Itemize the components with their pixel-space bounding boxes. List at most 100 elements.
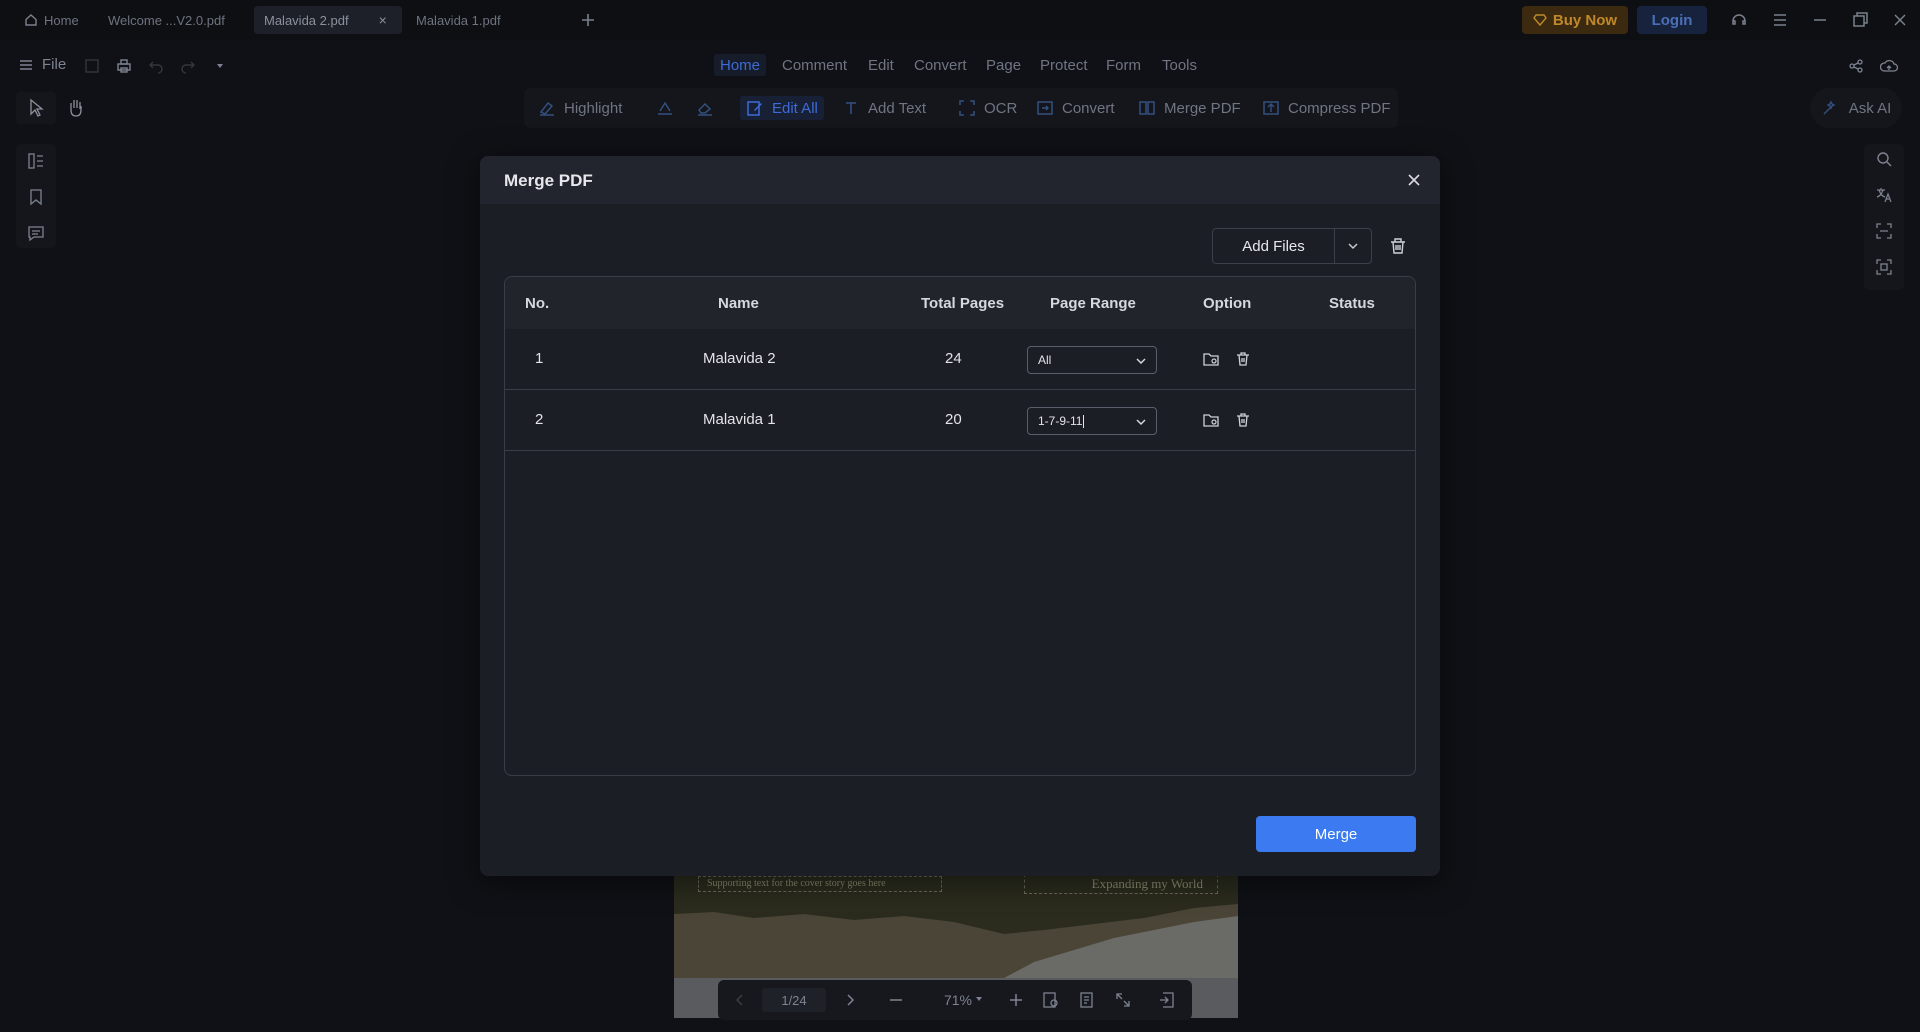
convert-tool[interactable]: Convert (1036, 96, 1115, 120)
save-icon[interactable] (84, 58, 100, 74)
edit-all-label: Edit All (772, 99, 818, 117)
page-range-select[interactable]: 1-7-9-11 (1027, 407, 1157, 435)
highlight-tool[interactable]: Highlight (538, 96, 622, 120)
translate-icon[interactable] (1875, 186, 1893, 204)
close-window-icon[interactable] (1890, 10, 1910, 30)
ask-ai-button[interactable]: Ask AI (1810, 88, 1902, 128)
add-files-button[interactable]: Add Files (1213, 229, 1335, 263)
zoom-in-icon[interactable] (1008, 992, 1024, 1008)
select-tool-button[interactable] (16, 92, 56, 124)
fullscreen-icon[interactable] (1114, 991, 1132, 1009)
comments-icon[interactable] (27, 224, 45, 242)
restore-icon[interactable] (1850, 10, 1870, 30)
menu-edit[interactable]: Edit (862, 54, 900, 76)
zoom-out-icon[interactable] (888, 992, 904, 1008)
menu-protect[interactable]: Protect (1034, 54, 1094, 76)
quick-access-dropdown-icon[interactable] (214, 60, 226, 72)
right-sidebar (1864, 144, 1904, 290)
delete-row-icon[interactable] (1234, 411, 1252, 429)
undo-icon[interactable] (148, 58, 164, 74)
print-icon[interactable] (116, 58, 132, 74)
edit-all-tool[interactable]: Edit All (740, 96, 824, 120)
merge-pdf-label: Merge PDF (1164, 99, 1241, 117)
buy-now-button[interactable]: Buy Now (1522, 6, 1628, 34)
column-option: Option (1203, 295, 1252, 312)
compress-pdf-label: Compress PDF (1288, 99, 1391, 117)
underline-tool[interactable] (656, 96, 674, 120)
scan-icon[interactable] (1875, 222, 1893, 240)
merge-pdf-tool[interactable]: Merge PDF (1138, 96, 1241, 120)
dialog-header: Merge PDF (480, 156, 1440, 204)
next-page-icon[interactable] (842, 992, 858, 1008)
file-name: Malavida 1 (703, 411, 776, 428)
open-folder-icon[interactable] (1202, 350, 1220, 368)
page-range-select[interactable]: All (1027, 346, 1157, 374)
clear-all-icon[interactable] (1388, 236, 1408, 256)
add-files-split-button: Add Files (1212, 228, 1372, 264)
search-icon[interactable] (1875, 150, 1893, 168)
menu-page[interactable]: Page (980, 54, 1027, 76)
add-text-tool[interactable]: Add Text (842, 96, 926, 120)
previous-page-icon[interactable] (732, 992, 748, 1008)
column-no: No. (525, 295, 550, 312)
document-landscape-image (674, 904, 1238, 978)
menu-home[interactable]: Home (714, 54, 767, 76)
compress-icon (1263, 101, 1279, 115)
login-button[interactable]: Login (1637, 6, 1707, 34)
file-name: Malavida 2 (703, 350, 776, 367)
page-navigation-bar: 1/24 71% (718, 980, 1192, 1020)
chevron-down-icon (1136, 419, 1146, 426)
page-number-input[interactable]: 1/24 (762, 988, 826, 1012)
tab-malavida-1[interactable]: Malavida 1.pdf (406, 6, 511, 34)
collapse-icon[interactable] (1158, 991, 1176, 1009)
eraser-tool[interactable] (696, 96, 714, 120)
redo-icon[interactable] (180, 58, 196, 74)
ocr-tool[interactable]: OCR (958, 96, 1017, 120)
share-icon[interactable] (1848, 58, 1864, 74)
table-row: 2 Malavida 1 20 1-7-9-11 (505, 390, 1415, 451)
hand-tool-button[interactable] (56, 92, 96, 124)
fit-page-icon[interactable] (1042, 991, 1060, 1009)
convert-icon (1037, 101, 1053, 115)
tab-malavida-2[interactable]: Malavida 2.pdf × (254, 6, 402, 34)
page-view-icon[interactable] (1078, 991, 1096, 1009)
menu-icon[interactable] (1770, 10, 1790, 30)
close-dialog-icon[interactable] (1404, 170, 1424, 190)
tab-welcome[interactable]: Welcome ...V2.0.pdf (98, 6, 235, 34)
menu-comment[interactable]: Comment (776, 54, 853, 76)
chevron-down-icon (1348, 243, 1358, 250)
left-sidebar (16, 144, 56, 248)
fit-icon[interactable] (1875, 258, 1893, 276)
close-tab-icon[interactable]: × (379, 12, 387, 28)
file-menu[interactable]: File (18, 56, 66, 73)
login-label: Login (1651, 11, 1693, 29)
add-text-icon (846, 102, 856, 114)
minimize-icon[interactable] (1810, 10, 1830, 30)
zoom-dropdown-icon[interactable] (974, 994, 984, 1004)
ask-ai-label: Ask AI (1848, 99, 1892, 117)
row-number: 1 (535, 350, 544, 367)
merge-pdf-dialog: Merge PDF Add Files No. Name Total Pages… (480, 156, 1440, 876)
new-tab-icon[interactable] (578, 10, 598, 30)
delete-row-icon[interactable] (1234, 350, 1252, 368)
highlight-label: Highlight (564, 99, 623, 117)
merge-button[interactable]: Merge (1256, 816, 1416, 852)
menu-form[interactable]: Form (1100, 54, 1147, 76)
row-number: 2 (535, 411, 544, 428)
document-supporting-text: Supporting text for the cover story goes… (698, 876, 942, 892)
underline-icon (658, 101, 672, 115)
add-files-dropdown[interactable] (1335, 229, 1371, 263)
ocr-label: OCR (984, 99, 1018, 117)
file-label: File (42, 56, 67, 73)
bookmark-icon[interactable] (27, 188, 45, 206)
support-icon[interactable] (1729, 10, 1749, 30)
chevron-down-icon (1136, 358, 1146, 365)
thumbnails-icon[interactable] (27, 152, 45, 170)
menu-convert[interactable]: Convert (908, 54, 973, 76)
menu-tools[interactable]: Tools (1156, 54, 1203, 76)
compress-pdf-tool[interactable]: Compress PDF (1262, 96, 1391, 120)
tab-home[interactable]: Home (14, 6, 89, 34)
open-folder-icon[interactable] (1202, 411, 1220, 429)
total-pages: 24 (945, 350, 962, 367)
cloud-upload-icon[interactable] (1880, 58, 1898, 74)
